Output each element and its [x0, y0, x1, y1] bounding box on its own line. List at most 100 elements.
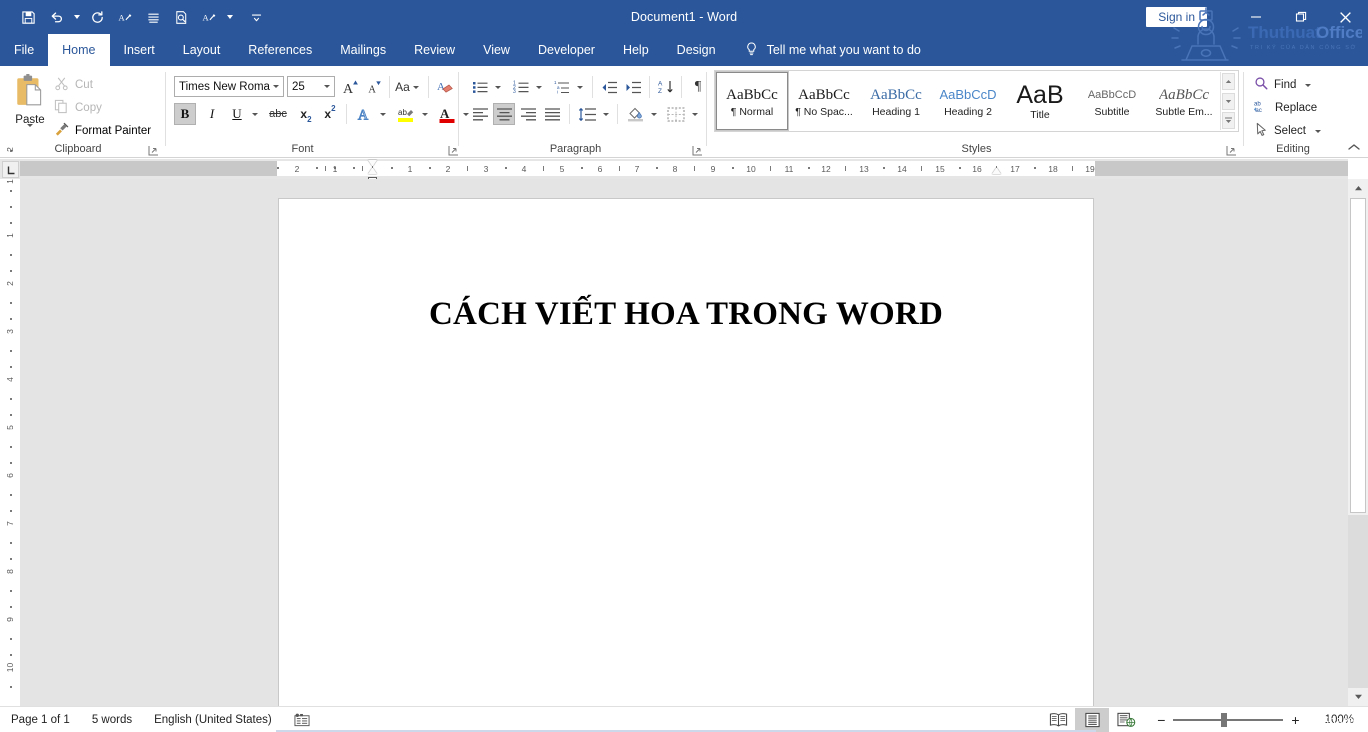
style-subtitle[interactable]: AaBbCcD Subtitle [1076, 72, 1148, 130]
tab-references[interactable]: References [234, 34, 326, 66]
language-indicator[interactable]: English (United States) [143, 714, 283, 726]
zoom-slider[interactable] [1173, 710, 1283, 730]
bold-icon[interactable]: B [174, 103, 196, 125]
sign-in-button[interactable]: Sign in [1146, 7, 1207, 27]
format-painter-icon[interactable]: A [195, 4, 223, 30]
select-button[interactable]: Select [1254, 120, 1321, 142]
shrink-font-icon[interactable]: A [364, 76, 386, 98]
document-page[interactable]: CÁCH VIẾT HOA TRONG WORD [278, 198, 1094, 706]
scrollbar-thumb[interactable] [1350, 198, 1366, 513]
clear-formatting-icon[interactable]: A [434, 76, 456, 98]
numbering-dropdown-icon[interactable] [532, 76, 546, 98]
tab-view[interactable]: View [469, 34, 524, 66]
gallery-scroll-up-icon[interactable] [1222, 73, 1235, 90]
style-heading-2[interactable]: AaBbCcD Heading 2 [932, 72, 1004, 130]
paragraph-dialog-launcher[interactable] [692, 143, 704, 155]
print-preview-icon[interactable] [167, 4, 195, 30]
increase-indent-icon[interactable] [622, 76, 644, 98]
vertical-scrollbar[interactable] [1348, 179, 1368, 706]
change-case-icon[interactable]: Aa [394, 76, 420, 98]
style-no-spacing[interactable]: AaBbCc ¶ No Spac... [788, 72, 860, 130]
borders-icon[interactable] [664, 103, 688, 125]
save-icon[interactable] [14, 4, 42, 30]
undo-icon[interactable] [42, 4, 70, 30]
text-highlight-dropdown-icon[interactable] [418, 103, 432, 125]
text-effects-dropdown-icon[interactable] [376, 103, 390, 125]
borders-dropdown-icon[interactable] [688, 103, 702, 125]
find-button[interactable]: Find [1254, 74, 1311, 96]
numbering-icon[interactable]: 123 [510, 76, 532, 98]
gallery-more-icon[interactable] [1222, 112, 1235, 129]
paste-button[interactable]: Paste [8, 74, 52, 145]
strikethrough-icon[interactable]: abc [265, 103, 291, 125]
close-icon[interactable] [1323, 0, 1368, 34]
style-normal[interactable]: AaBbCc ¶ Normal [716, 72, 788, 130]
page-indicator[interactable]: Page 1 of 1 [0, 714, 81, 726]
horizontal-ruler[interactable]: 2 1 1 2 3 4 5 6 7 8 9 10 11 12 13 14 15 … [0, 159, 1348, 179]
tab-help[interactable]: Help [609, 34, 663, 66]
tab-insert[interactable]: Insert [110, 34, 169, 66]
style-heading-1[interactable]: AaBbCc Heading 1 [860, 72, 932, 130]
scroll-up-icon[interactable] [1348, 179, 1368, 197]
redo-icon[interactable] [83, 4, 111, 30]
select-dropdown-icon[interactable] [1315, 130, 1321, 133]
web-layout-icon[interactable] [1109, 708, 1143, 732]
decrease-indent-icon[interactable] [598, 76, 620, 98]
scrollbar-track[interactable] [1348, 515, 1368, 688]
gallery-scroll-down-icon[interactable] [1222, 93, 1235, 110]
collapse-ribbon-icon[interactable] [1346, 139, 1362, 155]
customize-qat-icon[interactable] [242, 4, 270, 30]
first-line-indent-marker[interactable] [368, 160, 377, 166]
tab-design[interactable]: Design [663, 34, 730, 66]
tab-file[interactable]: File [0, 34, 48, 66]
hanging-indent-marker[interactable] [368, 168, 377, 174]
multilevel-list-icon[interactable]: 1ai [551, 76, 573, 98]
justify-icon[interactable] [541, 103, 563, 125]
share-button[interactable]: Share [1301, 712, 1354, 730]
style-title[interactable]: AaB Title [1004, 72, 1076, 130]
underline-dropdown-icon[interactable] [248, 103, 262, 125]
document-canvas[interactable]: CÁCH VIẾT HOA TRONG WORD [20, 179, 1348, 706]
sort-icon[interactable]: AZ [655, 76, 677, 98]
tell-me-search[interactable]: Tell me what you want to do [730, 34, 921, 66]
underline-icon[interactable]: U [226, 103, 248, 125]
italic-icon[interactable]: I [201, 103, 223, 125]
tab-mailings[interactable]: Mailings [326, 34, 400, 66]
bullets-icon[interactable] [469, 76, 491, 98]
repeat-typing-icon[interactable]: A [111, 4, 139, 30]
document-title-text[interactable]: CÁCH VIẾT HOA TRONG WORD [279, 296, 1093, 333]
replace-button[interactable]: abac Replace [1254, 97, 1317, 119]
grow-font-icon[interactable]: A [340, 76, 362, 98]
proofing-errors-icon[interactable] [283, 713, 321, 727]
bullets-dropdown-icon[interactable] [491, 76, 505, 98]
styles-gallery[interactable]: AaBbCc ¶ Normal AaBbCc ¶ No Spac... AaBb… [714, 70, 1239, 132]
undo-dropdown-icon[interactable] [70, 4, 83, 30]
align-left-icon[interactable] [469, 103, 491, 125]
subscript-icon[interactable]: x2 [294, 103, 318, 125]
text-effects-icon[interactable]: A [352, 103, 376, 125]
right-indent-marker[interactable] [992, 168, 1001, 174]
align-center-icon[interactable] [493, 103, 515, 125]
shading-dropdown-icon[interactable] [647, 103, 661, 125]
text-highlight-icon[interactable]: ab [394, 103, 418, 125]
scroll-down-icon[interactable] [1348, 688, 1368, 706]
style-subtle-emphasis[interactable]: AaBbCc Subtle Em... [1148, 72, 1220, 130]
tab-home[interactable]: Home [48, 34, 109, 66]
tab-layout[interactable]: Layout [169, 34, 235, 66]
read-mode-icon[interactable] [1041, 708, 1075, 732]
tab-developer[interactable]: Developer [524, 34, 609, 66]
font-size-input[interactable]: 25 [287, 76, 335, 97]
format-painter-button[interactable]: Format Painter [54, 120, 151, 142]
zoom-out-button[interactable]: − [1143, 712, 1173, 728]
line-spacing-dropdown-icon[interactable] [599, 103, 613, 125]
bullets-icon[interactable] [139, 4, 167, 30]
font-color-icon[interactable]: A [435, 103, 459, 125]
shading-icon[interactable] [623, 103, 647, 125]
vertical-ruler[interactable]: 2 1 1 2 3 4 5 6 7 8 9 10 [2, 196, 19, 706]
font-name-input[interactable]: Times New Roma [174, 76, 284, 97]
zoom-slider-thumb[interactable] [1221, 713, 1227, 727]
multilevel-list-dropdown-icon[interactable] [573, 76, 587, 98]
line-spacing-icon[interactable] [575, 103, 599, 125]
print-layout-icon[interactable] [1075, 708, 1109, 732]
align-right-icon[interactable] [517, 103, 539, 125]
